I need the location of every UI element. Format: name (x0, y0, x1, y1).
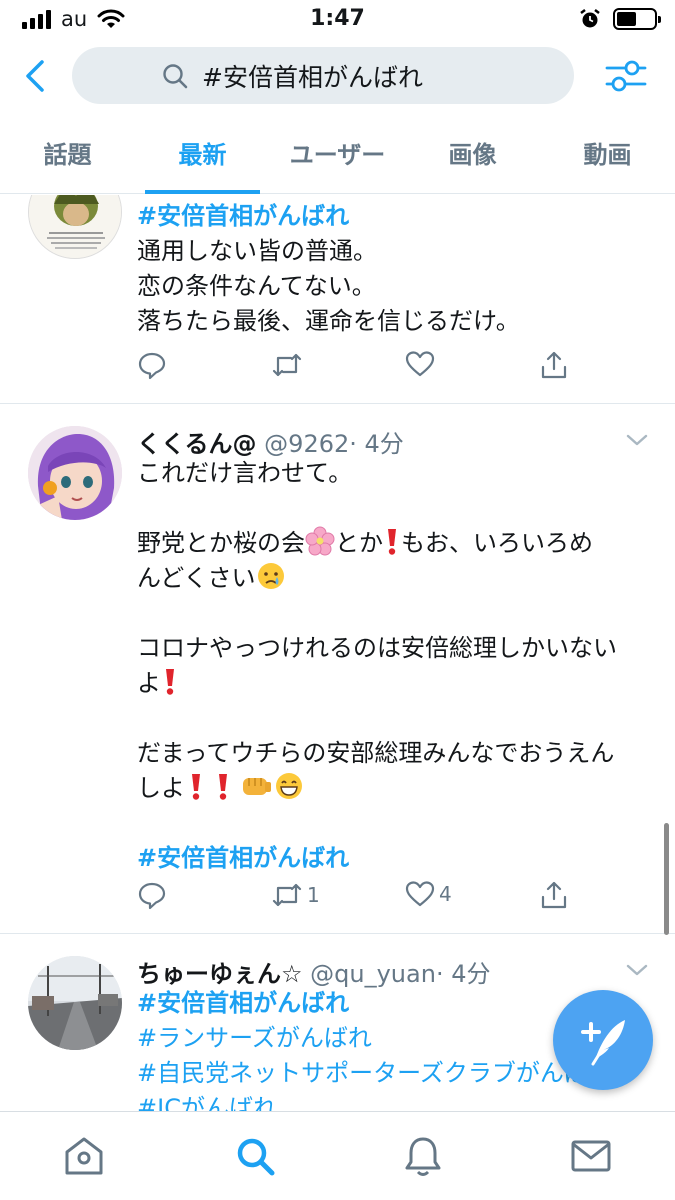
tweet-text: 通用しない皆の普通。 (137, 237, 377, 265)
timeline[interactable]: #安倍首相がんばれ 通用しない皆の普通。 恋の条件なんてない。 落ちたら最後、運… (0, 195, 675, 1111)
display-name[interactable]: ちゅーゆぇん☆ (137, 960, 303, 988)
tweet-text: んどくさい (137, 561, 657, 596)
tweet-time: · 4分 (435, 960, 491, 988)
alarm-icon (580, 9, 600, 28)
tweet[interactable]: くくるん@ @9262· 4分 これだけ言わせて。 野党とか桜の会 とか もお、いろ… (0, 404, 675, 934)
cherry-blossom-emoji (305, 526, 335, 556)
user-handle[interactable]: @qu_yuan (310, 960, 436, 988)
tweet-text: よ (137, 666, 657, 701)
hashtag-link[interactable]: #安倍首相がんばれ (137, 841, 657, 876)
hashtag-link[interactable]: #安倍首相がんばれ (137, 199, 657, 234)
compose-tweet-button[interactable] (553, 990, 653, 1090)
like-button[interactable] (405, 350, 435, 378)
status-bar: au 1:47 (0, 0, 675, 40)
retweet-button[interactable]: 1 (271, 880, 320, 910)
search-input[interactable]: #安倍首相がんばれ (72, 47, 574, 104)
tab-photos[interactable]: 画像 (405, 116, 540, 193)
clock: 1:47 (310, 6, 365, 31)
mail-icon[interactable] (569, 1134, 613, 1178)
compose-tweet-icon (581, 1020, 625, 1066)
tweet-time: · 4分 (349, 430, 404, 458)
heart-icon (405, 881, 435, 907)
search-icon (163, 64, 188, 89)
tweet-text: これだけ言わせて。 (137, 459, 353, 487)
grinning-face-emoji (276, 773, 302, 799)
search-icon[interactable] (233, 1134, 277, 1178)
avatar[interactable] (28, 956, 122, 1050)
chevron-down-icon[interactable] (625, 432, 649, 448)
bottom-navigation (0, 1111, 675, 1200)
exclamation-emoji (166, 669, 174, 695)
reply-button[interactable] (137, 880, 167, 910)
tweet-text: 恋の条件なんてない。 (137, 272, 376, 300)
tweet-text: コロナやっつけれるのは安倍総理しかいない (137, 634, 617, 662)
user-handle[interactable]: @9262 (264, 430, 349, 458)
reply-icon (138, 352, 166, 380)
bell-icon[interactable] (401, 1134, 445, 1178)
search-header: #安倍首相がんばれ (0, 40, 675, 116)
exclamation-emoji (192, 774, 200, 800)
fist-emoji (243, 778, 271, 795)
heart-icon (405, 351, 435, 377)
retweet-icon (272, 353, 302, 377)
retweet-button[interactable] (271, 350, 303, 380)
share-button[interactable] (539, 350, 569, 380)
share-icon (541, 881, 567, 909)
retweet-icon (272, 883, 302, 907)
display-name[interactable]: くくるん@ (137, 430, 257, 458)
back-button[interactable] (18, 56, 54, 96)
like-count: 4 (439, 882, 452, 906)
exclamation-emoji (388, 529, 396, 555)
tweet-text: しよ (137, 771, 657, 806)
tweet-actions (137, 350, 577, 386)
tab-videos[interactable]: 動画 (540, 116, 675, 193)
tab-top[interactable]: 話題 (0, 116, 135, 193)
home-icon[interactable] (62, 1134, 106, 1178)
share-button[interactable] (539, 880, 569, 910)
reply-icon (138, 882, 166, 910)
scrollbar[interactable] (664, 823, 669, 935)
tweet-text: 落ちたら最後、運命を信じるだけ。 (137, 307, 520, 335)
tweet-actions: 1 4 (137, 880, 577, 916)
exclamation-emoji (219, 774, 227, 800)
search-query: #安倍首相がんばれ (202, 62, 423, 92)
like-button[interactable]: 4 (405, 880, 452, 908)
tab-people[interactable]: ユーザー (270, 116, 405, 193)
chevron-down-icon[interactable] (625, 962, 649, 978)
tweet-text: 野党とか桜の会 とか もお、いろいろめ (137, 526, 657, 561)
reply-button[interactable] (137, 350, 167, 380)
tweet-text: だまってウチらの安部総理みんなでおうえん (137, 739, 615, 767)
crying-face-emoji (257, 563, 284, 589)
retweet-count: 1 (307, 883, 320, 907)
battery-icon (613, 8, 661, 30)
tab-latest[interactable]: 最新 (135, 116, 270, 194)
share-icon (541, 351, 567, 379)
search-tabs: 話題 最新 ユーザー 画像 動画 (0, 116, 675, 194)
tweet[interactable]: #安倍首相がんばれ 通用しない皆の普通。 恋の条件なんてない。 落ちたら最後、運… (0, 195, 675, 404)
avatar[interactable] (28, 195, 122, 259)
avatar[interactable] (28, 426, 122, 520)
filter-sliders-icon[interactable] (605, 56, 647, 96)
hashtag-link[interactable]: #JCがんばれ (137, 1091, 675, 1111)
